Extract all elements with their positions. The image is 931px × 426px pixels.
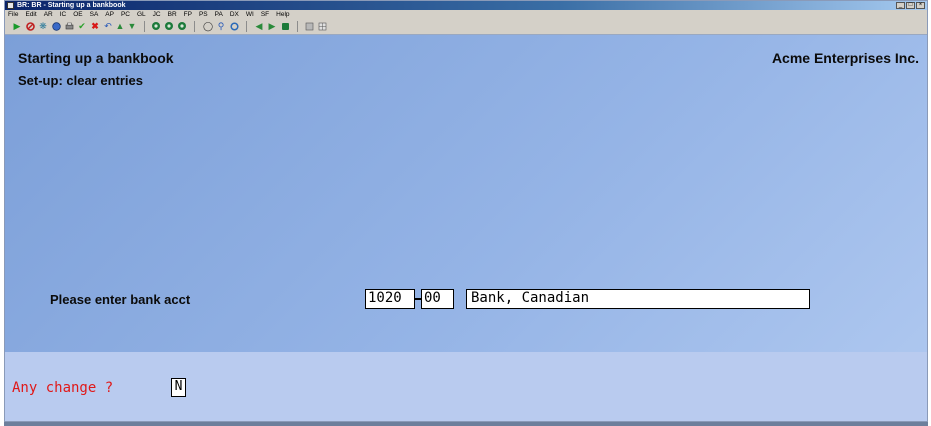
binoculars-icon[interactable]: ◯ <box>203 21 213 31</box>
window-controls: _ □ × <box>896 2 925 9</box>
grid-icon[interactable] <box>317 21 327 31</box>
menu-sf[interactable]: SF <box>261 10 269 19</box>
record-icon[interactable] <box>151 21 161 31</box>
menu-edit[interactable]: Edit <box>25 10 36 19</box>
menu-help[interactable]: Help <box>276 10 289 19</box>
record-icon[interactable] <box>164 21 174 31</box>
maximize-button[interactable]: □ <box>906 2 915 9</box>
menu-sa[interactable]: SA <box>90 10 99 19</box>
company-name: Acme Enterprises Inc. <box>771 50 919 66</box>
menu-pc[interactable]: PC <box>121 10 130 19</box>
settings-icon[interactable]: ❋ <box>38 21 48 31</box>
globe-icon[interactable] <box>51 21 61 31</box>
app-icon <box>7 2 14 9</box>
menu-wi[interactable]: WI <box>246 10 254 19</box>
toolbar-separator <box>297 21 298 32</box>
bank-acct-label: Please enter bank acct <box>50 292 191 307</box>
any-change-input[interactable]: N <box>171 378 186 397</box>
check-icon[interactable]: ✔ <box>77 21 87 31</box>
prev-icon[interactable]: ◀ <box>254 21 264 31</box>
menu-oe[interactable]: OE <box>73 10 82 19</box>
bank-acct-main-field[interactable]: 1020 <box>365 289 415 309</box>
menu-pa[interactable]: PA <box>215 10 223 19</box>
calculator-icon[interactable] <box>304 21 314 31</box>
magnify-icon[interactable]: ⚲ <box>216 21 226 31</box>
window-bottom-edge <box>4 422 928 426</box>
menu-gl[interactable]: GL <box>137 10 146 19</box>
window-title: BR: BR - Starting up a bankbook <box>17 2 126 9</box>
menu-ps[interactable]: PS <box>199 10 208 19</box>
screen-subtitle: Set-up: clear entries <box>18 73 143 88</box>
refresh-icon[interactable] <box>229 21 239 31</box>
stop-square-icon[interactable] <box>280 21 290 31</box>
toolbar-separator <box>144 21 145 32</box>
app-window: BR: BR - Starting up a bankbook _ □ × Fi… <box>4 0 928 422</box>
menu-br[interactable]: BR <box>168 10 177 19</box>
record-icon[interactable] <box>177 21 187 31</box>
toolbar: ▶ ❋ ✔ ✖ ↶ ▲ ▼ ◯ ⚲ ◀ ▶ <box>5 19 927 35</box>
title-bar[interactable]: BR: BR - Starting up a bankbook _ □ × <box>5 1 927 10</box>
toolbar-separator <box>246 21 247 32</box>
stop-icon[interactable] <box>25 21 35 31</box>
cancel-icon[interactable]: ✖ <box>90 21 100 31</box>
menu-fp[interactable]: FP <box>184 10 192 19</box>
menu-ap[interactable]: AP <box>105 10 114 19</box>
toolbar-separator <box>194 21 195 32</box>
menu-ic[interactable]: IC <box>60 10 67 19</box>
menu-dx[interactable]: DX <box>230 10 239 19</box>
screen-title: Starting up a bankbook <box>18 50 174 66</box>
bank-acct-sub-field[interactable]: 00 <box>421 289 454 309</box>
menu-file[interactable]: File <box>8 10 18 19</box>
next-icon[interactable]: ▶ <box>267 21 277 31</box>
terminal-screen: Starting up a bankbook Acme Enterprises … <box>5 35 927 421</box>
any-change-prompt: Any change ? <box>12 380 114 396</box>
arrow-up-icon[interactable]: ▲ <box>115 21 125 31</box>
arrow-down-icon[interactable]: ▼ <box>127 21 137 31</box>
menu-bar: File Edit AR IC OE SA AP PC GL JC BR FP … <box>5 10 927 19</box>
printer-icon[interactable] <box>64 21 74 31</box>
prompt-area <box>5 352 927 421</box>
undo-icon[interactable]: ↶ <box>103 21 113 31</box>
close-button[interactable]: × <box>916 2 925 9</box>
green-arrow-icon[interactable]: ▶ <box>12 21 22 31</box>
menu-jc[interactable]: JC <box>153 10 161 19</box>
minimize-button[interactable]: _ <box>896 2 905 9</box>
menu-ar[interactable]: AR <box>44 10 53 19</box>
bank-acct-name-field[interactable]: Bank, Canadian <box>466 289 810 309</box>
